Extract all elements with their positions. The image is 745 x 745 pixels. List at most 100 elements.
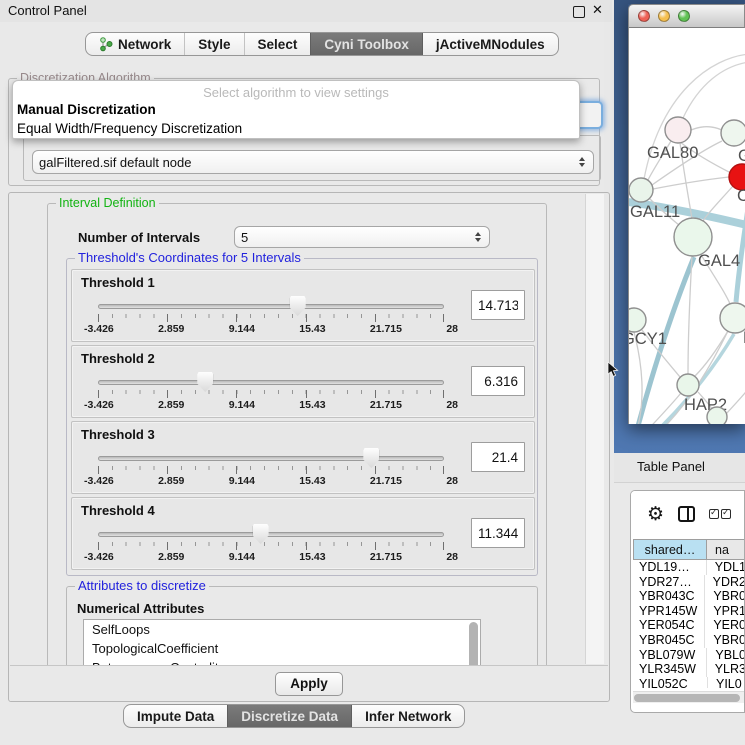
table-data-combobox[interactable]: galFiltered.sif default node <box>32 150 594 174</box>
threshold-value-field[interactable] <box>471 442 525 472</box>
num-intervals-combobox[interactable]: 5 <box>234 226 490 248</box>
top-tab-bar: Network Style Select Cyni Toolbox jActiv… <box>85 32 559 56</box>
mac-minimize-button[interactable] <box>658 10 670 22</box>
tab-style[interactable]: Style <box>184 33 243 55</box>
attributes-group: Attributes to discretize Numerical Attri… <box>66 586 538 665</box>
slider-track[interactable] <box>98 304 444 309</box>
control-panel-titlebar[interactable]: Control Panel ✕ <box>0 0 612 22</box>
network-window-titlebar[interactable] <box>628 4 745 28</box>
slider-thumb[interactable] <box>197 372 213 392</box>
mac-close-button[interactable] <box>638 10 650 22</box>
threshold-panel-4: Threshold 4 -3.4262.8599.14415.4321.7152… <box>71 497 535 570</box>
attribute-item[interactable]: SelfLoops <box>84 620 480 639</box>
float-window-icon[interactable] <box>573 6 585 18</box>
network-edge[interactable] <box>653 177 729 189</box>
slider-track[interactable] <box>98 380 444 385</box>
node-label: GAL11 <box>630 203 680 221</box>
tab-jactivemnodules[interactable]: jActiveMNodules <box>422 33 558 55</box>
table-row[interactable]: YBL079WYBL0 <box>633 648 745 663</box>
network-edge[interactable] <box>691 127 722 130</box>
column-header-name[interactable]: na <box>707 539 745 560</box>
tab-select[interactable]: Select <box>244 33 311 55</box>
network-node[interactable] <box>674 218 712 256</box>
table-hscrollbar-thumb[interactable] <box>634 694 740 702</box>
network-node[interactable] <box>720 303 745 333</box>
network-node[interactable] <box>721 120 745 146</box>
network-edge[interactable] <box>726 388 745 414</box>
algorithm-dropdown-popup: Select algorithm to view settings Manual… <box>12 80 580 139</box>
popup-hint: Select algorithm to view settings <box>13 85 579 100</box>
settings-scrollbar-track[interactable] <box>585 194 604 664</box>
threshold-label: Threshold 1 <box>81 275 155 290</box>
mac-zoom-button[interactable] <box>678 10 690 22</box>
attribute-item[interactable]: TopologicalCoefficient <box>84 639 480 658</box>
table-row[interactable]: YER054CYER0 <box>633 618 745 633</box>
threshold-slider[interactable]: -3.4262.8599.14415.4321.71528 <box>98 368 444 414</box>
threshold-value-field[interactable] <box>471 518 525 548</box>
checkbox-icon[interactable] <box>709 509 719 519</box>
network-node[interactable] <box>707 407 727 424</box>
gear-icon[interactable]: ⚙ <box>647 505 664 524</box>
table-panel-titlebar[interactable]: Table Panel <box>614 453 745 483</box>
network-edge[interactable] <box>683 62 745 118</box>
tab-network[interactable]: Network <box>86 33 184 55</box>
threshold-value-field[interactable] <box>471 366 525 396</box>
attribute-item[interactable]: BetweennessCentrality <box>84 658 480 665</box>
panel-title: Table Panel <box>637 459 705 474</box>
threshold-slider[interactable]: -3.4262.8599.14415.4321.71528 <box>98 444 444 490</box>
tab-cyni-toolbox[interactable]: Cyni Toolbox <box>310 33 422 55</box>
column-visibility-icons <box>709 509 731 519</box>
close-icon[interactable]: ✕ <box>592 2 603 18</box>
column-header-shared-name[interactable]: shared… <box>633 539 707 560</box>
tab-infer-network[interactable]: Infer Network <box>351 705 464 727</box>
table-row[interactable]: YBR043CYBR0 <box>633 589 745 604</box>
network-canvas[interactable]: GAL80GACGAL11GAL4GCY1HHAP2 <box>628 28 745 424</box>
table-header: shared… na <box>633 539 745 560</box>
slider-track[interactable] <box>98 456 444 461</box>
network-node[interactable] <box>677 374 699 396</box>
network-node[interactable] <box>629 178 653 202</box>
slider-thumb[interactable] <box>253 524 269 544</box>
table-row[interactable]: YBR045CYBR0 <box>633 633 745 648</box>
table-row[interactable]: YIL052CYIL0 <box>633 677 745 688</box>
numerical-attributes-list[interactable]: SelfLoopsTopologicalCoefficientBetweenne… <box>83 619 481 665</box>
apply-button[interactable]: Apply <box>275 672 343 696</box>
control-panel: Control Panel ✕ Network Style Select Cyn… <box>0 0 612 745</box>
network-node[interactable] <box>665 117 691 143</box>
table-row[interactable]: YDL19…YDL1 <box>633 560 745 575</box>
option-equal-width-frequency[interactable]: Equal Width/Frequency Discretization <box>13 119 579 138</box>
table-hscrollbar[interactable] <box>633 691 744 703</box>
checkbox-icon[interactable] <box>721 509 731 519</box>
tab-discretize-data[interactable]: Discretize Data <box>227 705 351 727</box>
table-row[interactable]: YDR27…YDR2 <box>633 575 745 590</box>
spinner-icon <box>577 157 587 167</box>
slider-thumb[interactable] <box>363 448 379 468</box>
table-row[interactable]: YLR345WYLR3 <box>633 662 745 677</box>
network-node[interactable] <box>629 308 646 332</box>
group-title: Interval Definition <box>56 196 159 210</box>
bottom-tab-bar: Impute Data Discretize Data Infer Networ… <box>123 704 465 728</box>
num-intervals-label: Number of Intervals <box>78 230 200 245</box>
threshold-stack: Threshold 1 -3.4262.8599.14415.4321.7152… <box>71 269 535 570</box>
option-manual-discretization[interactable]: Manual Discretization <box>13 100 579 119</box>
threshold-value-field[interactable] <box>471 290 525 320</box>
threshold-slider[interactable]: -3.4262.8599.14415.4321.71528 <box>98 292 444 338</box>
thresholds-group: Threshold's Coordinates for 5 Intervals … <box>66 258 538 576</box>
slider-thumb[interactable] <box>290 296 306 316</box>
threshold-panel-2: Threshold 2 -3.4262.8599.14415.4321.7152… <box>71 345 535 418</box>
slider-track[interactable] <box>98 532 444 537</box>
panel-title: Control Panel <box>8 3 87 18</box>
settings-scrollview: Interval Definition Number of Intervals … <box>9 193 585 665</box>
list-scrollbar[interactable] <box>469 622 478 665</box>
table-data-group: Table Data galFiltered.sif default node <box>23 135 601 181</box>
node-label: GAL80 <box>647 144 698 162</box>
threshold-slider[interactable]: -3.4262.8599.14415.4321.71528 <box>98 520 444 566</box>
network-edge[interactable] <box>736 195 745 302</box>
tab-impute-data[interactable]: Impute Data <box>124 705 227 727</box>
group-title: Threshold's Coordinates for 5 Intervals <box>75 251 304 265</box>
network-edge[interactable] <box>629 393 681 424</box>
split-view-icon[interactable] <box>678 506 695 522</box>
mouse-cursor <box>607 362 619 378</box>
table-row[interactable]: YPR145WYPR1 <box>633 604 745 619</box>
settings-container: Interval Definition Number of Intervals … <box>8 192 610 702</box>
